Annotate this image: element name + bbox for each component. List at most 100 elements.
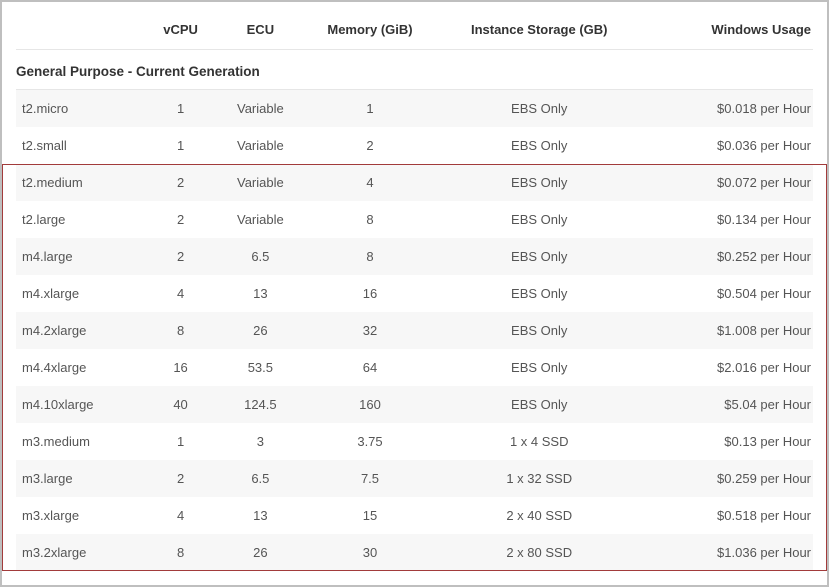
- table-row: m4.10xlarge40124.5160EBS Only$5.04 per H…: [16, 386, 813, 423]
- cell-memory: 160: [305, 386, 435, 423]
- table-row: t2.medium2Variable4EBS Only$0.072 per Ho…: [16, 164, 813, 201]
- cell-storage: EBS Only: [435, 275, 644, 312]
- cell-storage: 2 x 40 SSD: [435, 497, 644, 534]
- cell-vcpu: 2: [146, 460, 216, 497]
- cell-usage: $0.13 per Hour: [644, 423, 813, 460]
- cell-vcpu: 4: [146, 497, 216, 534]
- cell-vcpu: 2: [146, 238, 216, 275]
- cell-usage: $0.504 per Hour: [644, 275, 813, 312]
- cell-usage: $1.036 per Hour: [644, 534, 813, 571]
- cell-ecu: Variable: [215, 127, 305, 164]
- cell-memory: 32: [305, 312, 435, 349]
- cell-vcpu: 4: [146, 275, 216, 312]
- cell-memory: 16: [305, 275, 435, 312]
- col-header-ecu: ECU: [215, 14, 305, 50]
- cell-storage: EBS Only: [435, 349, 644, 386]
- cell-name: t2.large: [16, 201, 146, 238]
- cell-usage: $0.252 per Hour: [644, 238, 813, 275]
- cell-storage: EBS Only: [435, 164, 644, 201]
- cell-usage: $0.134 per Hour: [644, 201, 813, 238]
- cell-name: m4.xlarge: [16, 275, 146, 312]
- cell-name: m4.large: [16, 238, 146, 275]
- cell-name: t2.medium: [16, 164, 146, 201]
- cell-ecu: 26: [215, 312, 305, 349]
- cell-memory: 30: [305, 534, 435, 571]
- cell-memory: 3.75: [305, 423, 435, 460]
- section-heading: General Purpose - Current Generation: [16, 50, 813, 90]
- cell-storage: EBS Only: [435, 238, 644, 275]
- cell-usage: $2.016 per Hour: [644, 349, 813, 386]
- table-row: t2.large2Variable8EBS Only$0.134 per Hou…: [16, 201, 813, 238]
- cell-storage: EBS Only: [435, 386, 644, 423]
- pricing-inner: vCPU ECU Memory (GiB) Instance Storage (…: [2, 2, 827, 571]
- cell-name: m3.xlarge: [16, 497, 146, 534]
- col-header-usage: Windows Usage: [644, 14, 813, 50]
- cell-usage: $0.259 per Hour: [644, 460, 813, 497]
- cell-ecu: 26: [215, 534, 305, 571]
- cell-storage: 2 x 80 SSD: [435, 534, 644, 571]
- cell-vcpu: 1: [146, 127, 216, 164]
- cell-usage: $0.072 per Hour: [644, 164, 813, 201]
- cell-name: m3.medium: [16, 423, 146, 460]
- cell-usage: $0.018 per Hour: [644, 90, 813, 128]
- table-header: vCPU ECU Memory (GiB) Instance Storage (…: [16, 14, 813, 50]
- cell-usage: $0.518 per Hour: [644, 497, 813, 534]
- cell-storage: EBS Only: [435, 90, 644, 128]
- cell-usage: $0.036 per Hour: [644, 127, 813, 164]
- table-row: m3.medium133.751 x 4 SSD$0.13 per Hour: [16, 423, 813, 460]
- table-row: m3.2xlarge826302 x 80 SSD$1.036 per Hour: [16, 534, 813, 571]
- cell-name: m3.large: [16, 460, 146, 497]
- cell-ecu: 124.5: [215, 386, 305, 423]
- cell-storage: 1 x 32 SSD: [435, 460, 644, 497]
- cell-name: m3.2xlarge: [16, 534, 146, 571]
- cell-name: t2.small: [16, 127, 146, 164]
- table-row: m4.xlarge41316EBS Only$0.504 per Hour: [16, 275, 813, 312]
- cell-memory: 4: [305, 164, 435, 201]
- cell-ecu: 3: [215, 423, 305, 460]
- col-header-memory: Memory (GiB): [305, 14, 435, 50]
- col-header-vcpu: vCPU: [146, 14, 216, 50]
- table-row: t2.micro1Variable1EBS Only$0.018 per Hou…: [16, 90, 813, 128]
- table-row: t2.small1Variable2EBS Only$0.036 per Hou…: [16, 127, 813, 164]
- cell-storage: EBS Only: [435, 312, 644, 349]
- col-header-name: [16, 14, 146, 50]
- section-heading-row: General Purpose - Current Generation: [16, 50, 813, 90]
- cell-ecu: 13: [215, 497, 305, 534]
- cell-memory: 15: [305, 497, 435, 534]
- cell-name: m4.10xlarge: [16, 386, 146, 423]
- cell-ecu: Variable: [215, 90, 305, 128]
- cell-usage: $1.008 per Hour: [644, 312, 813, 349]
- cell-storage: EBS Only: [435, 127, 644, 164]
- cell-name: m4.4xlarge: [16, 349, 146, 386]
- cell-name: t2.micro: [16, 90, 146, 128]
- cell-usage: $5.04 per Hour: [644, 386, 813, 423]
- table-row: m4.large26.58EBS Only$0.252 per Hour: [16, 238, 813, 275]
- table-row: m4.2xlarge82632EBS Only$1.008 per Hour: [16, 312, 813, 349]
- cell-vcpu: 1: [146, 90, 216, 128]
- cell-vcpu: 2: [146, 201, 216, 238]
- table-row: m3.xlarge413152 x 40 SSD$0.518 per Hour: [16, 497, 813, 534]
- table-body: General Purpose - Current Generation t2.…: [16, 50, 813, 572]
- cell-ecu: 13: [215, 275, 305, 312]
- cell-storage: 1 x 4 SSD: [435, 423, 644, 460]
- cell-vcpu: 8: [146, 534, 216, 571]
- cell-memory: 64: [305, 349, 435, 386]
- cell-memory: 1: [305, 90, 435, 128]
- cell-ecu: 6.5: [215, 460, 305, 497]
- cell-ecu: 6.5: [215, 238, 305, 275]
- cell-name: m4.2xlarge: [16, 312, 146, 349]
- cell-vcpu: 1: [146, 423, 216, 460]
- cell-memory: 2: [305, 127, 435, 164]
- cell-vcpu: 2: [146, 164, 216, 201]
- cell-ecu: Variable: [215, 164, 305, 201]
- table-row: m3.large26.57.51 x 32 SSD$0.259 per Hour: [16, 460, 813, 497]
- cell-vcpu: 16: [146, 349, 216, 386]
- cell-storage: EBS Only: [435, 201, 644, 238]
- cell-ecu: 53.5: [215, 349, 305, 386]
- cell-memory: 8: [305, 201, 435, 238]
- pricing-table: vCPU ECU Memory (GiB) Instance Storage (…: [16, 14, 813, 571]
- cell-vcpu: 8: [146, 312, 216, 349]
- cell-memory: 8: [305, 238, 435, 275]
- col-header-storage: Instance Storage (GB): [435, 14, 644, 50]
- pricing-panel: vCPU ECU Memory (GiB) Instance Storage (…: [0, 0, 829, 587]
